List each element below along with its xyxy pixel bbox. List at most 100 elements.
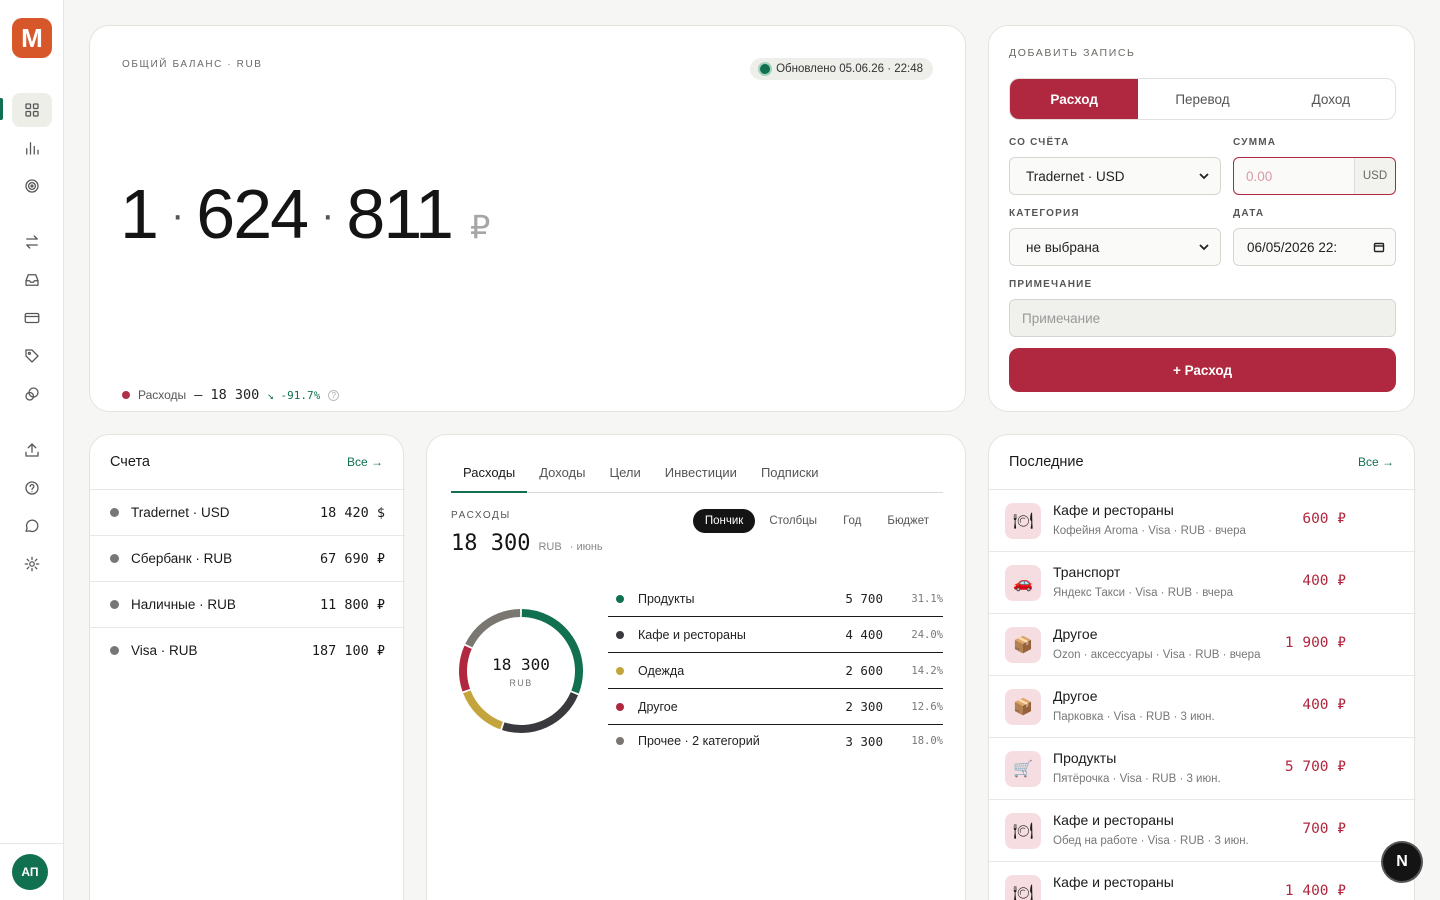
category-icon: 🚗 <box>1005 565 1041 601</box>
nav-tags[interactable] <box>12 339 52 373</box>
account-row[interactable]: Tradernet · USD 18 420 $ <box>90 489 405 535</box>
transaction-row[interactable]: 📦 Другое Ozon · аксессуары · Visa · RUB · … <box>989 613 1416 675</box>
calendar-icon[interactable] <box>1373 241 1385 253</box>
legend-value: 4 400 <box>845 627 883 642</box>
legend-label: Одежда <box>638 663 685 678</box>
tab-expense[interactable]: Расход <box>1010 79 1139 119</box>
accounts-all-link[interactable]: Все → <box>347 455 383 469</box>
transaction-title: Кафе и рестораны <box>1053 812 1174 828</box>
legend-label: Продукты <box>638 591 695 606</box>
category-icon: 🍽 <box>1005 503 1041 539</box>
account-name: Visa · RUB <box>131 643 198 658</box>
add-record-title: ДОБАВИТЬ ЗАПИСЬ <box>1009 47 1136 59</box>
legend-dot <box>616 630 624 639</box>
legend-row[interactable]: Прочее · 2 категорий 3 300 18.0% <box>608 723 943 759</box>
category-select[interactable]: не выбрана <box>1009 228 1221 266</box>
category-label: КАТЕГОРИЯ <box>1009 208 1080 219</box>
account-select[interactable]: Tradernet · USD <box>1009 157 1221 195</box>
chart-icon <box>26 142 39 155</box>
legend-dot <box>616 666 624 675</box>
legend-row[interactable]: Одежда 2 600 14.2% <box>608 653 943 689</box>
amount-placeholder: 0.00 <box>1246 168 1273 184</box>
transaction-amount: 700 ₽ <box>1302 821 1346 837</box>
transaction-subtitle: Парковка · Visa · RUB · 3 июн. <box>1053 711 1215 723</box>
nav-inbox[interactable] <box>12 263 52 297</box>
legend-percent: 24.0% <box>911 628 943 641</box>
transaction-row[interactable]: 🍽 Кафе и рестораны 1 400 ₽ <box>989 861 1416 900</box>
account-row[interactable]: Наличные · RUB 11 800 ₽ <box>90 581 405 627</box>
transaction-row[interactable]: 🛒 Продукты Пятёрочка · Visa · RUB · 3 июн.… <box>989 737 1416 799</box>
view-year[interactable]: Год <box>831 509 873 533</box>
tab-subscriptions[interactable]: Подписки <box>749 459 831 493</box>
recent-all-link[interactable]: Все → <box>1358 455 1394 469</box>
app-logo[interactable]: M <box>12 18 52 58</box>
tab-income[interactable]: Доход <box>1267 79 1395 119</box>
legend-value: 2 300 <box>845 699 883 714</box>
upload-icon <box>25 443 39 457</box>
legend-row[interactable]: Другое 2 300 12.6% <box>608 689 943 725</box>
info-icon[interactable]: ? <box>328 389 340 401</box>
transaction-amount: 1 900 ₽ <box>1284 635 1346 651</box>
category-icon: 🍽 <box>1005 813 1041 849</box>
transaction-row[interactable]: 🍽 Кафе и рестораны Обед на работе · Visa ·… <box>989 799 1416 861</box>
transaction-subtitle: Пятёрочка · Visa · RUB · 3 июн. <box>1053 773 1221 785</box>
balance-part-2: 624 <box>196 175 309 253</box>
dev-badge[interactable]: N <box>1383 843 1421 881</box>
updated-text: Обновлено 05.06.26 · 22:48 <box>776 63 923 75</box>
account-row[interactable]: Сбербанк · RUB 67 690 ₽ <box>90 535 405 581</box>
transaction-row[interactable]: 🍽 Кафе и рестораны Кофейня Aroma · Visa · … <box>989 489 1416 551</box>
date-input[interactable]: 06/05/2026 22: <box>1233 228 1396 266</box>
nav-investments[interactable] <box>12 377 52 411</box>
view-bars[interactable]: Столбцы <box>757 509 829 533</box>
card-icon <box>24 312 40 324</box>
help-icon <box>25 481 39 495</box>
view-budget[interactable]: Бюджет <box>875 509 941 533</box>
note-input[interactable]: Примечание <box>1009 299 1396 337</box>
recent-title: Последние <box>1009 454 1084 470</box>
coins-icon <box>25 387 39 401</box>
tab-goals[interactable]: Цели <box>597 459 652 493</box>
nav-goals[interactable] <box>12 169 52 203</box>
balance-amount: 1 · 624 · 811 ₽ <box>120 174 490 254</box>
legend-value: 2 600 <box>845 663 883 678</box>
legend-row[interactable]: Продукты 5 700 31.1% <box>608 581 943 617</box>
add-record-card: ДОБАВИТЬ ЗАПИСЬ Расход Перевод Доход СО … <box>988 25 1415 412</box>
nav-cards[interactable] <box>12 301 52 335</box>
expense-summary: Расходы – 18 300 ↘ -91.7% ? <box>122 387 340 403</box>
nav-chat[interactable] <box>12 509 52 543</box>
account-row[interactable]: Visa · RUB 187 100 ₽ <box>90 627 405 673</box>
account-label: СО СЧЁТА <box>1009 137 1070 148</box>
tab-investments[interactable]: Инвестиции <box>653 459 749 493</box>
donut-center-unit: RUB <box>509 677 533 688</box>
transaction-title: Кафе и рестораны <box>1053 874 1174 890</box>
account-dot <box>110 554 119 563</box>
nav-settings[interactable] <box>12 547 52 581</box>
add-expense-button[interactable]: + Расход <box>1009 348 1396 392</box>
legend-label: Кафе и рестораны <box>638 627 746 642</box>
avatar[interactable]: АП <box>12 854 48 890</box>
tab-expenses[interactable]: Расходы <box>451 459 528 493</box>
category-icon: 📦 <box>1005 627 1041 663</box>
transaction-row[interactable]: 🚗 Транспорт Яндекс Такси · Visa · RUB · вч… <box>989 551 1416 613</box>
legend-percent: 14.2% <box>911 664 943 677</box>
nav-analytics[interactable] <box>12 131 52 165</box>
donut-center-value: 18 300 <box>492 654 550 674</box>
nav-dashboard[interactable] <box>12 93 52 127</box>
sidebar-divider <box>0 843 64 844</box>
nav-export[interactable] <box>12 433 52 467</box>
view-donut[interactable]: Пончик <box>692 509 756 533</box>
tab-transfer[interactable]: Перевод <box>1138 79 1266 119</box>
nav-help[interactable] <box>12 471 52 505</box>
inbox-icon <box>25 274 39 286</box>
account-value: 18 420 $ <box>319 504 385 521</box>
balance-sep-1: · <box>170 193 184 237</box>
tab-incomes[interactable]: Доходы <box>527 459 597 493</box>
nav-transfers[interactable] <box>12 225 52 259</box>
account-dot <box>110 600 119 609</box>
balance-part-3: 811 <box>346 175 454 253</box>
transaction-row[interactable]: 📦 Другое Парковка · Visa · RUB · 3 июн. 400… <box>989 675 1416 737</box>
amount-input[interactable]: 0.00 USD <box>1233 157 1396 195</box>
chevron-down-icon <box>1199 244 1209 251</box>
legend-row[interactable]: Кафе и рестораны 4 400 24.0% <box>608 617 943 653</box>
account-value: 11 800 ₽ <box>319 596 385 613</box>
